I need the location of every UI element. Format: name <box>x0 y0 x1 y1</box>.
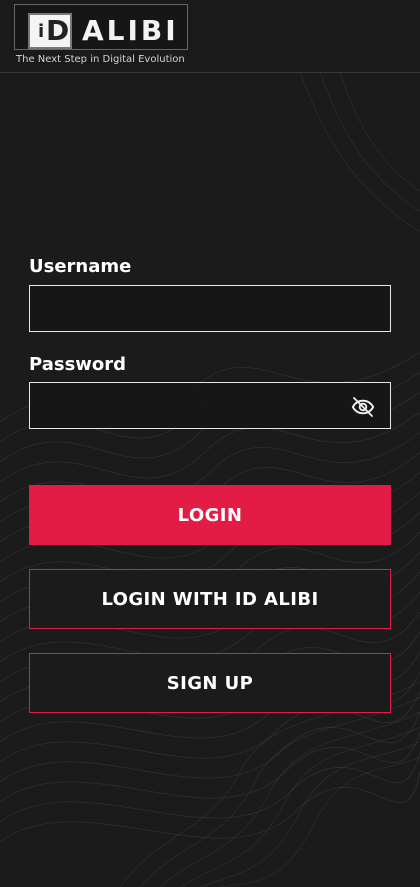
password-input[interactable] <box>29 382 391 429</box>
logo-d-letter: D <box>46 14 70 47</box>
brand-tagline: The Next Step in Digital Evolution <box>16 54 185 65</box>
eye-slash-icon[interactable] <box>349 393 377 421</box>
username-input[interactable] <box>29 285 391 332</box>
sign-up-button[interactable]: SIGN UP <box>29 653 391 713</box>
background-wave-pattern <box>0 72 420 887</box>
logo-mark: i D <box>28 13 72 49</box>
login-button[interactable]: LOGIN <box>29 485 391 545</box>
logo-wordmark: ALIBI <box>82 14 179 47</box>
app-header: i D ALIBI The Next Step in Digital Evolu… <box>0 0 420 73</box>
password-label: Password <box>29 354 127 375</box>
logo-i-letter: i <box>38 21 45 42</box>
username-label: Username <box>29 256 132 277</box>
login-with-id-alibi-button[interactable]: LOGIN WITH ID ALIBI <box>29 569 391 629</box>
id-alibi-logo[interactable]: i D ALIBI <box>14 4 188 50</box>
